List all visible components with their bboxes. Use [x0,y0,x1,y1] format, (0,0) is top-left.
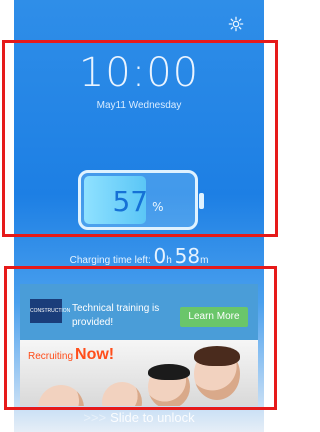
charging-minutes-unit: m [200,255,209,266]
slide-text: Slide to unlock [110,410,195,425]
charging-minutes: 58 [174,244,201,268]
gear-icon[interactable] [228,16,244,32]
highlight-box-clock-battery [2,40,278,237]
slide-arrows-icon: >>> [83,410,107,425]
charging-time: Charging time left: 0h 58m [14,244,264,268]
highlight-box-ad [4,266,277,410]
slide-to-unlock[interactable]: >>> Slide to unlock [14,410,264,425]
charging-hours: 0 [153,244,167,268]
charging-label: Charging time left: [69,255,151,266]
charging-hours-unit: h [166,255,172,266]
